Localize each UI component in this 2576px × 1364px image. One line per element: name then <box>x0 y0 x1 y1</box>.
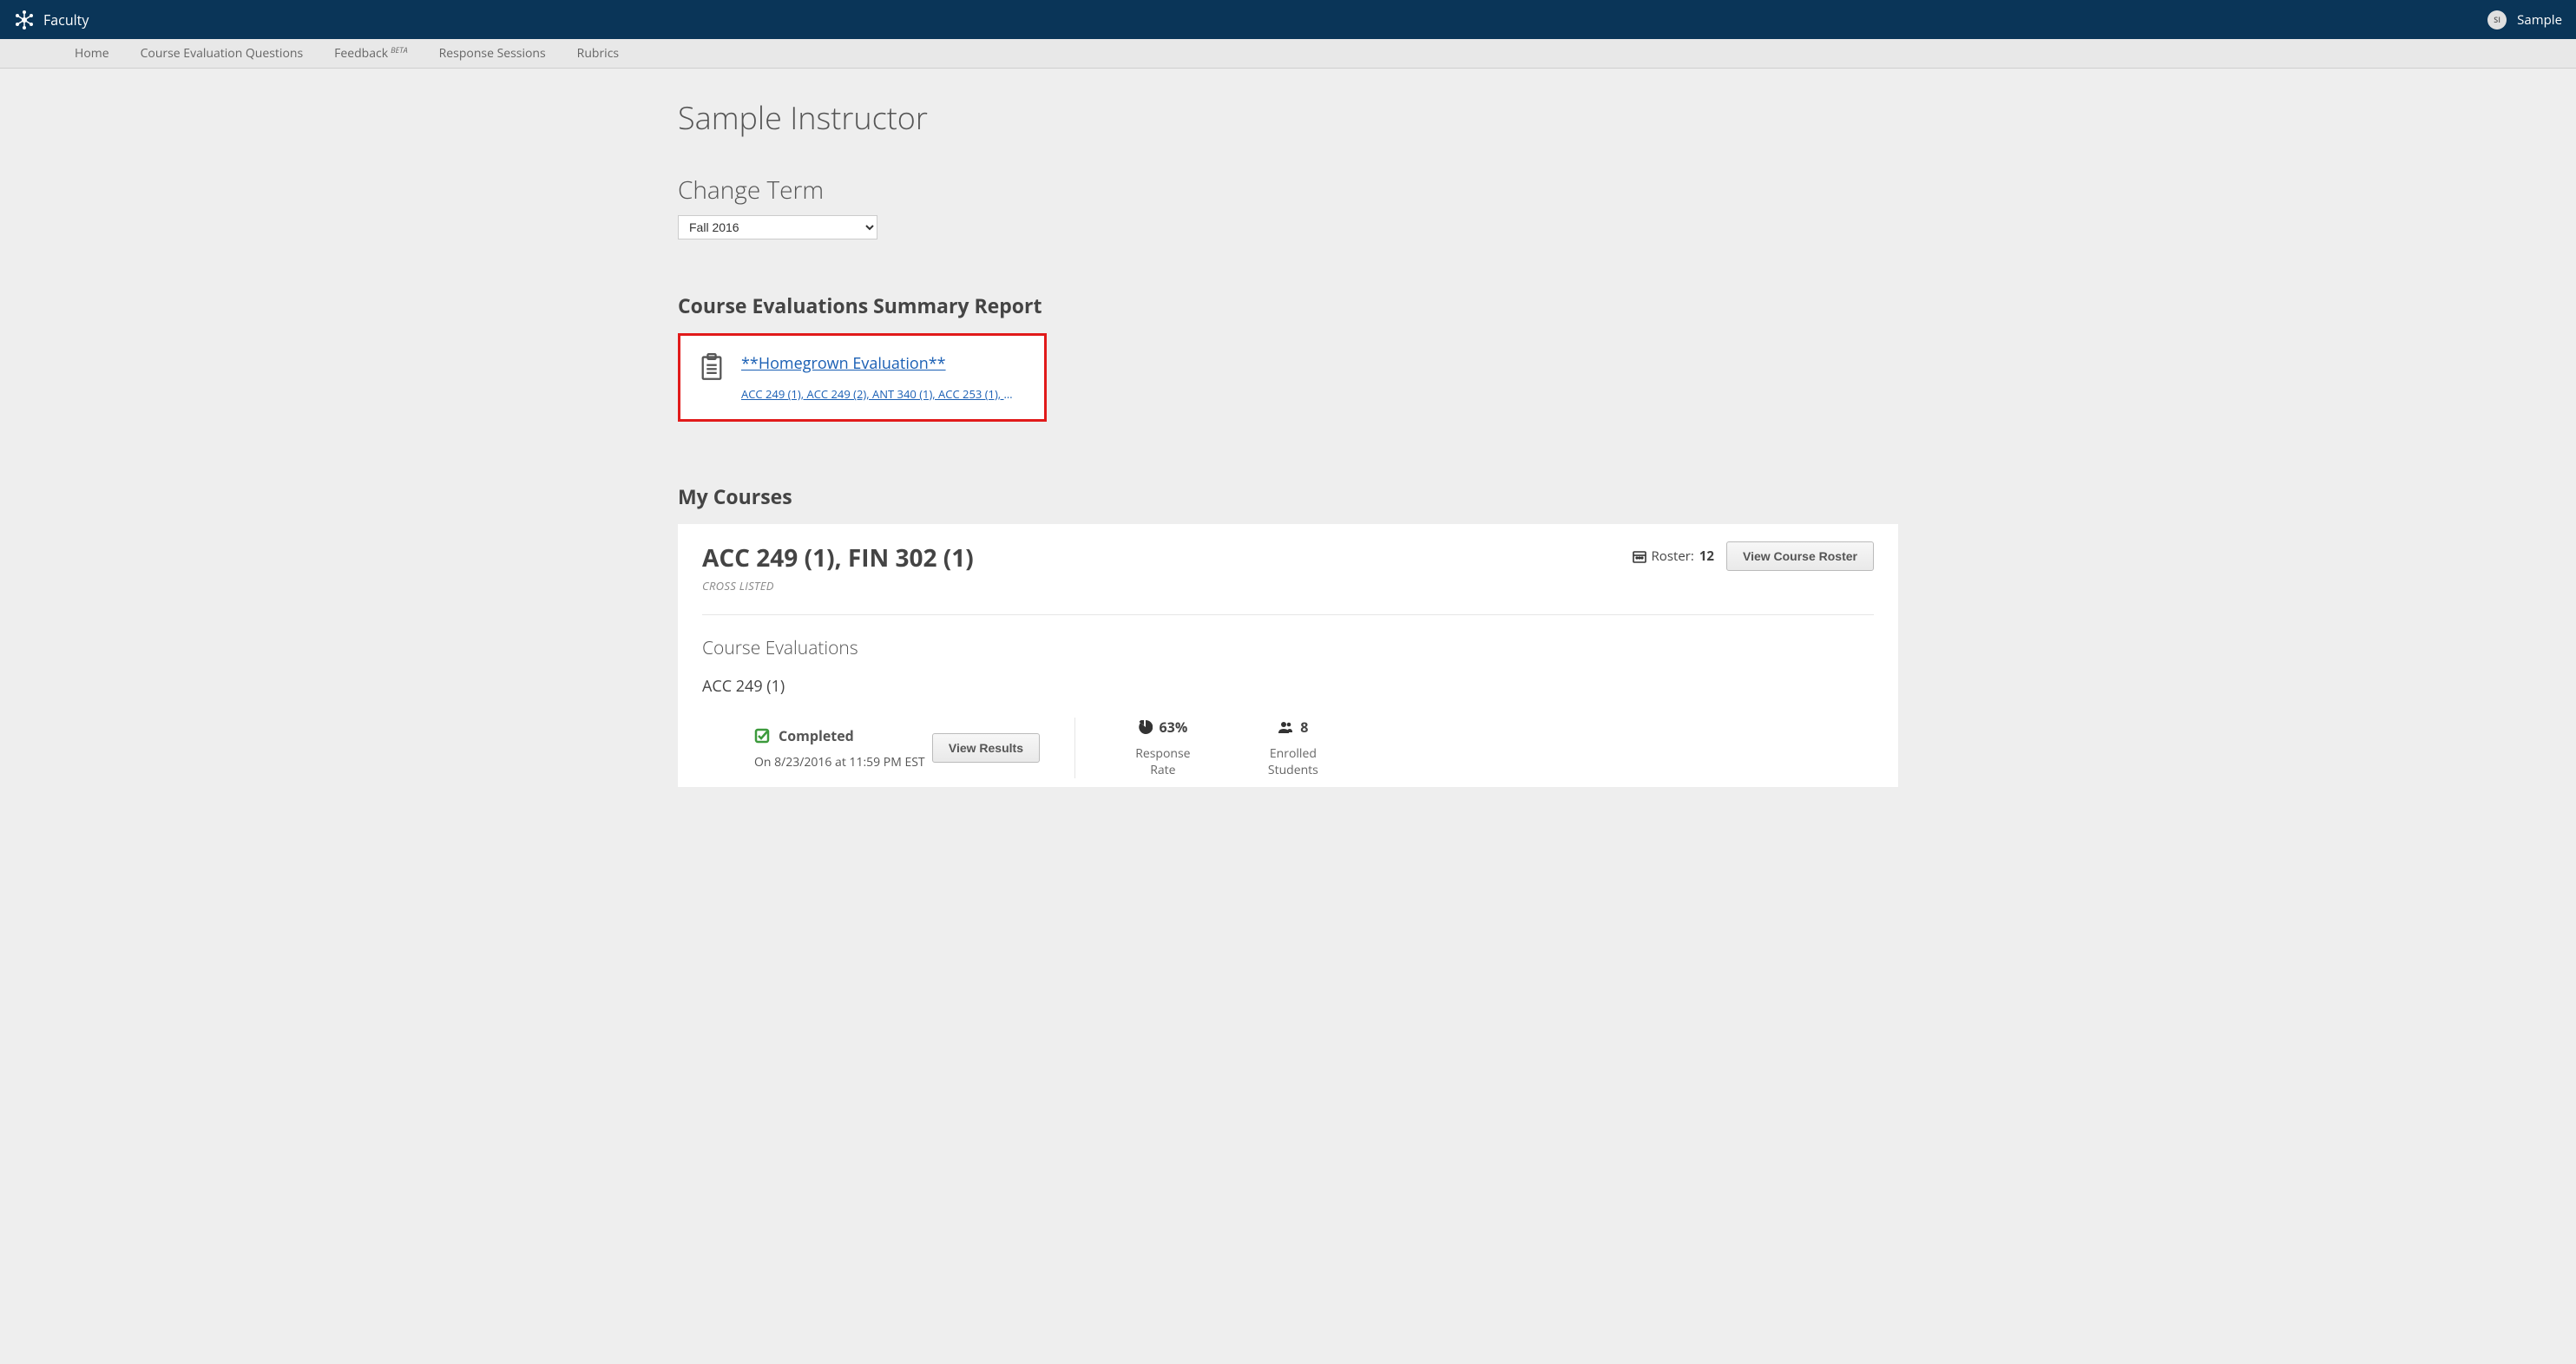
people-icon <box>1278 720 1293 734</box>
app-title: Faculty <box>43 10 89 30</box>
summary-heading: Course Evaluations Summary Report <box>678 292 1898 319</box>
nav-feedback[interactable]: FeedbackBETA <box>319 39 424 69</box>
cross-listed-label: CROSS LISTED <box>702 578 974 593</box>
stat-value: 63% <box>1160 718 1188 737</box>
nav-label: Feedback <box>334 45 388 62</box>
eval-course-code: ACC 249 (1) <box>702 676 1874 697</box>
nav-label: Course Evaluation Questions <box>141 45 304 62</box>
beta-badge: BETA <box>391 44 408 56</box>
avatar: SI <box>2487 10 2507 30</box>
response-rate-stat: 63% Response Rate <box>1127 718 1199 778</box>
enrolled-stat: 8 Enrolled Students <box>1251 718 1336 778</box>
completed-label: Completed <box>779 726 854 745</box>
nav-course-eval-questions[interactable]: Course Evaluation Questions <box>125 39 319 69</box>
enrolled-value: 8 <box>1251 718 1336 737</box>
course-evaluations-title: Course Evaluations <box>702 636 1874 660</box>
roster-icon <box>1633 549 1646 563</box>
view-roster-button[interactable]: View Course Roster <box>1726 541 1874 571</box>
top-header: Faculty SI Sample <box>0 0 2576 39</box>
status-block: Completed On 8/23/2016 at 11:59 PM EST V… <box>702 718 1075 778</box>
enrolled-label: Enrolled Students <box>1251 745 1336 778</box>
roster-row: Roster: 12 View Course Roster <box>1633 541 1874 571</box>
clipboard-icon <box>700 353 724 381</box>
header-right[interactable]: SI Sample <box>2487 10 2562 30</box>
eval-stats-row: Completed On 8/23/2016 at 11:59 PM EST V… <box>702 718 1874 787</box>
my-courses-heading: My Courses <box>678 482 1898 510</box>
nav-home[interactable]: Home <box>59 39 125 69</box>
view-results-button[interactable]: View Results <box>932 733 1040 763</box>
page-title: Sample Instructor <box>678 96 1898 139</box>
nav-bar: Home Course Evaluation Questions Feedbac… <box>0 39 2576 69</box>
response-rate-value: 63% <box>1127 718 1199 737</box>
evaluation-summary-box: **Homegrown Evaluation** ACC 249 (1), AC… <box>678 333 1047 422</box>
completed-row: Completed <box>754 726 925 745</box>
course-card-header: ACC 249 (1), FIN 302 (1) CROSS LISTED Ro… <box>702 541 1874 615</box>
response-rate-label: Response Rate <box>1127 745 1199 778</box>
metrics-block: 63% Response Rate 8 Enrolled Students <box>1075 718 1336 778</box>
nav-label: Home <box>75 45 109 62</box>
course-card: ACC 249 (1), FIN 302 (1) CROSS LISTED Ro… <box>678 524 1898 787</box>
nav-label: Rubrics <box>577 45 619 62</box>
completed-info: Completed On 8/23/2016 at 11:59 PM EST <box>754 726 925 771</box>
roster-count: 12 <box>1699 548 1714 565</box>
nav-rubrics[interactable]: Rubrics <box>562 39 634 69</box>
pie-chart-icon <box>1139 720 1153 734</box>
nav-label: Response Sessions <box>439 45 546 62</box>
header-left: Faculty <box>14 10 89 30</box>
logo-icon <box>14 10 35 30</box>
evaluation-link[interactable]: **Homegrown Evaluation** <box>741 353 1019 374</box>
change-term-heading: Change Term <box>678 174 1898 207</box>
roster-label: Roster: 12 <box>1633 548 1714 565</box>
stat-value: 8 <box>1300 718 1308 737</box>
main-container: Sample Instructor Change Term Fall 2016 … <box>667 96 1909 787</box>
term-select[interactable]: Fall 2016 <box>678 215 877 239</box>
course-title-block: ACC 249 (1), FIN 302 (1) CROSS LISTED <box>702 541 974 593</box>
eval-box-content: **Homegrown Evaluation** ACC 249 (1), AC… <box>741 353 1019 402</box>
nav-response-sessions[interactable]: Response Sessions <box>424 39 562 69</box>
course-title: ACC 249 (1), FIN 302 (1) <box>702 541 974 574</box>
user-name: Sample <box>2517 11 2562 29</box>
check-icon <box>754 728 770 744</box>
evaluation-courses-link[interactable]: ACC 249 (1), ACC 249 (2), ANT 340 (1), A… <box>741 386 1019 402</box>
completed-date: On 8/23/2016 at 11:59 PM EST <box>754 754 925 771</box>
roster-text: Roster: <box>1652 548 1694 565</box>
